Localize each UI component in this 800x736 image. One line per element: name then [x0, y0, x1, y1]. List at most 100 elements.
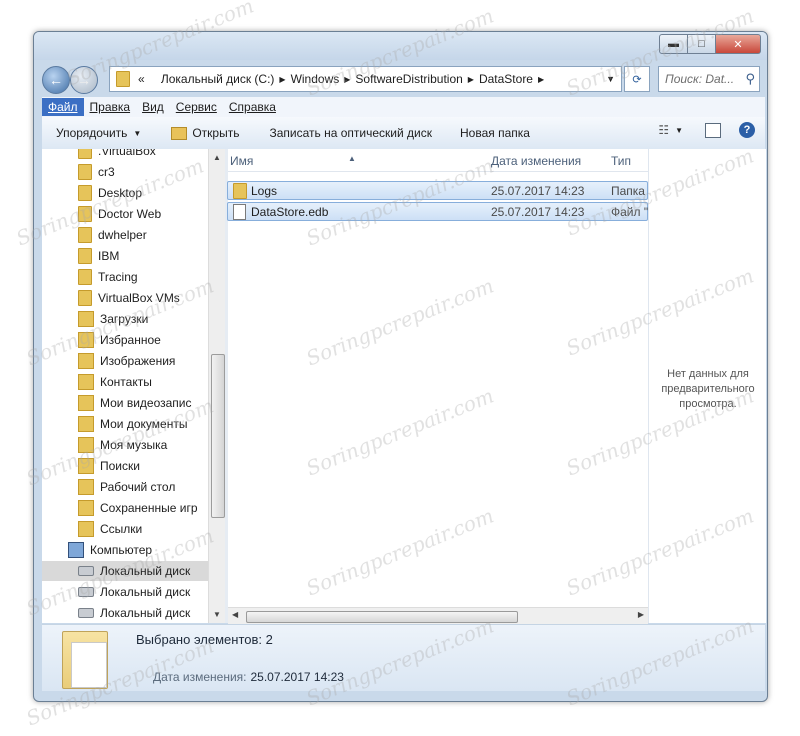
sidebar-item-2[interactable]: cr3: [78, 162, 115, 182]
window-controls: ▬ □ ✕: [659, 34, 761, 54]
menu-edit[interactable]: Правка: [84, 98, 137, 116]
scroll-down-icon[interactable]: ▼: [213, 610, 221, 619]
sidebar-item-13[interactable]: Мои видеозапис: [78, 393, 192, 413]
file-list: ▲ Имя Дата изменения Тип Logs 25.07.2017…: [227, 149, 648, 623]
crumb-arrow-icon[interactable]: ▶: [344, 75, 350, 84]
folder-icon: [78, 227, 92, 243]
drive-icon: [78, 566, 94, 576]
sidebar-item-5[interactable]: dwhelper: [78, 225, 147, 245]
search-input[interactable]: Поиск: Dat... ⚲: [658, 66, 760, 92]
search-placeholder: Поиск: Dat...: [665, 72, 735, 86]
videos-icon: [78, 395, 94, 411]
navigation-pane: .VirtualBox cr3 Desktop Doctor Web dwhelper I…: [42, 149, 208, 623]
sidebar-item-1[interactable]: .VirtualBox: [78, 149, 156, 161]
maximize-button[interactable]: □: [688, 34, 716, 54]
crumb-datastore[interactable]: DataStore: [479, 72, 533, 86]
sidebar-item-label: Моя музыка: [100, 438, 168, 452]
new-folder-button[interactable]: Новая папка: [446, 126, 544, 140]
new-folder-label: Новая папка: [459, 126, 530, 140]
sidebar-item-3[interactable]: Desktop: [78, 183, 142, 203]
sidebar-item-label: Загрузки: [100, 312, 149, 326]
sidebar-item-label: .VirtualBox: [98, 149, 156, 158]
sidebar-item-label: Локальный диск: [100, 585, 191, 599]
view-options-icon[interactable]: ☷: [658, 123, 669, 137]
sidebar-item-20[interactable]: Компьютер: [68, 540, 152, 560]
sidebar-item-9[interactable]: Загрузки: [78, 309, 148, 329]
sidebar-item-6[interactable]: IBM: [78, 246, 119, 266]
address-root[interactable]: «: [138, 72, 145, 86]
menu-help[interactable]: Справка: [223, 98, 282, 116]
column-date[interactable]: Дата изменения: [491, 154, 581, 168]
close-button[interactable]: ✕: [716, 34, 761, 54]
minimize-button[interactable]: ▬: [659, 34, 688, 54]
scroll-right-icon[interactable]: ▶: [638, 610, 644, 619]
horizontal-scrollbar[interactable]: ◀ ▶: [228, 607, 648, 625]
crumb-drive[interactable]: Локальный диск (C:): [161, 72, 275, 86]
sidebar-item-7[interactable]: Tracing: [78, 267, 138, 287]
sidebar-item-16[interactable]: Поиски: [78, 456, 140, 476]
navigation-scrollbar[interactable]: ▲ ▼: [208, 149, 226, 623]
pictures-icon: [78, 353, 94, 369]
sidebar-item-label: Контакты: [100, 375, 152, 389]
sort-ascending-icon: ▲: [348, 154, 356, 163]
refresh-icon: ⟳: [632, 73, 642, 86]
sidebar-item-11[interactable]: Изображения: [78, 351, 175, 371]
crumb-arrow-icon[interactable]: ▶: [538, 75, 544, 84]
open-button[interactable]: Открыть: [155, 126, 253, 140]
file-row-datastore-edb[interactable]: DataStore.edb 25.07.2017 14:23 Файл ": [227, 202, 648, 221]
address-bar[interactable]: « ▶ Локальный диск (C:) ▶ Windows ▶ Soft…: [109, 66, 622, 92]
sidebar-item-4[interactable]: Doctor Web: [78, 204, 161, 224]
scroll-thumb[interactable]: [211, 354, 225, 518]
crumb-arrow-icon[interactable]: ▶: [279, 75, 285, 84]
column-type[interactable]: Тип: [611, 154, 631, 168]
menu-view[interactable]: Вид: [136, 98, 170, 116]
sidebar-item-18[interactable]: Сохраненные игр: [78, 498, 198, 518]
sidebar-item-19[interactable]: Ссылки: [78, 519, 142, 539]
contacts-icon: [78, 374, 94, 390]
crumb-softwaredistribution[interactable]: SoftwareDistribution: [355, 72, 462, 86]
sidebar-item-17[interactable]: Рабочий стол: [78, 477, 175, 497]
sidebar-item-8[interactable]: VirtualBox VMs: [78, 288, 180, 308]
sidebar-item-12[interactable]: Контакты: [78, 372, 152, 392]
crumb-arrow-icon[interactable]: ▶: [468, 75, 474, 84]
sidebar-item-label: dwhelper: [98, 228, 147, 242]
sidebar-item-label: Tracing: [98, 270, 138, 284]
forward-button[interactable]: →: [70, 66, 98, 94]
crumb-windows[interactable]: Windows: [291, 72, 340, 86]
refresh-button[interactable]: ⟳: [624, 66, 650, 92]
selected-count: Выбрано элементов: 2: [136, 632, 273, 647]
sidebar-item-23[interactable]: Локальный диск: [78, 603, 190, 623]
sidebar-item-10[interactable]: Избранное: [78, 330, 161, 350]
scroll-left-icon[interactable]: ◀: [232, 610, 238, 619]
computer-icon: [68, 542, 84, 558]
searches-icon: [78, 458, 94, 474]
address-dropdown-icon[interactable]: ▼: [606, 74, 615, 84]
sidebar-item-label: Локальный диск: [100, 606, 191, 620]
menu-tools[interactable]: Сервис: [170, 98, 223, 116]
organize-button[interactable]: Упорядочить ▼: [42, 126, 155, 140]
search-icon[interactable]: ⚲: [745, 71, 755, 87]
sidebar-item-label: Desktop: [98, 186, 143, 200]
column-name[interactable]: Имя: [230, 154, 253, 168]
scroll-up-icon[interactable]: ▲: [213, 153, 221, 162]
folder-icon: [116, 71, 130, 87]
burn-button[interactable]: Записать на оптический диск: [253, 126, 446, 140]
column-headers: ▲ Имя Дата изменения Тип: [228, 149, 648, 172]
back-button[interactable]: ←: [42, 66, 70, 94]
sidebar-item-22[interactable]: Локальный диск: [78, 582, 190, 602]
view-dropdown-icon[interactable]: ▼: [675, 126, 683, 135]
file-type: Папка: [611, 183, 645, 198]
hscroll-thumb[interactable]: [246, 611, 518, 623]
folder-icon: [78, 269, 92, 285]
sidebar-item-21[interactable]: Локальный диск: [42, 561, 208, 581]
preview-pane-icon[interactable]: [705, 122, 721, 138]
sidebar-item-label: cr3: [98, 165, 115, 179]
menu-file[interactable]: Файл: [42, 98, 84, 116]
sidebar-item-label: Мои видеозапис: [100, 396, 192, 410]
explorer-window: ▬ □ ✕ ← → « ▶ Локальный диск (C:) ▶ Wind…: [33, 31, 768, 702]
preview-message: Нет данных для предварительного просмотр…: [661, 368, 755, 410]
help-button[interactable]: ?: [739, 122, 755, 138]
file-row-logs[interactable]: Logs 25.07.2017 14:23 Папка: [227, 181, 648, 200]
sidebar-item-14[interactable]: Мои документы: [78, 414, 187, 434]
sidebar-item-15[interactable]: Моя музыка: [78, 435, 167, 455]
